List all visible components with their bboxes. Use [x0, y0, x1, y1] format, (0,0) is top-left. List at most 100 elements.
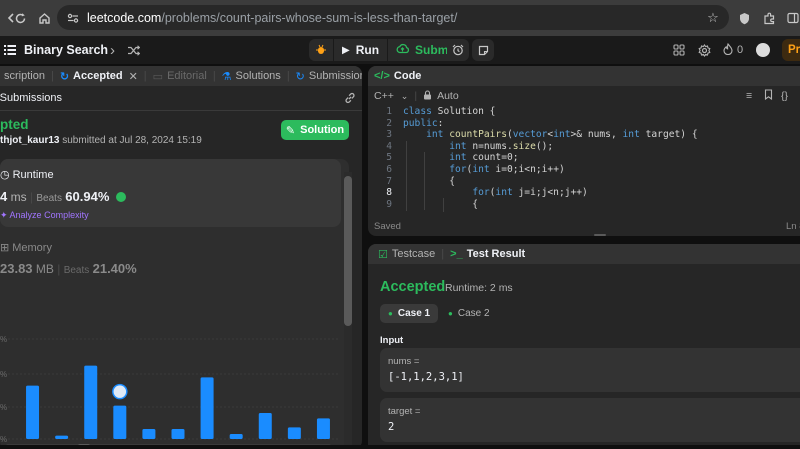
- solution-button[interactable]: ✎ Solution: [281, 120, 349, 140]
- runtime-card[interactable]: ◷ Runtime 4 ms | Beats 60.94% ✦ Analyze C…: [0, 159, 341, 227]
- address-bar[interactable]: leetcode.com/problems/count-pairs-whose-…: [57, 5, 729, 30]
- extensions-puzzle-icon[interactable]: [758, 7, 780, 29]
- premium-button[interactable]: Pre: [782, 39, 800, 61]
- y-tick-label: %: [0, 403, 7, 412]
- sparkle-icon: ✦: [0, 210, 10, 220]
- chevron-down-icon: ⌄: [400, 91, 409, 101]
- run-label: Run: [355, 43, 380, 57]
- memory-value: 23.83 MB | Beats 21.40%: [0, 261, 137, 276]
- chart-bar[interactable]: [287, 427, 301, 439]
- tab-testcase[interactable]: ☑ Testcase: [374, 248, 439, 261]
- indent-guide: [443, 198, 444, 212]
- runtime-value: 4 ms | Beats 60.94%: [0, 189, 126, 204]
- alarm-clock-icon[interactable]: [447, 39, 469, 61]
- test-result-panel: ☑ Testcase | >_ Test Result Accepted Run…: [368, 244, 800, 449]
- notes-icon[interactable]: [472, 39, 494, 61]
- input-field-nums[interactable]: nums = [-1,1,2,3,1]: [380, 348, 800, 392]
- tab-testcase-label: Testcase: [391, 248, 436, 260]
- code-line[interactable]: 8 for(int j=i;j<n;j++): [368, 187, 800, 199]
- line-number: 5: [386, 152, 392, 164]
- code-panel: </> Code C++ ⌄ | Auto ≡ {} 1 class Soluti…: [368, 66, 800, 236]
- code-line[interactable]: 3 int countPairs(vector<int>& nums, int …: [368, 129, 800, 141]
- chart-bar[interactable]: [258, 413, 272, 439]
- code-text: class Solution {: [403, 106, 496, 117]
- sidebar-panel-icon[interactable]: [782, 7, 800, 29]
- code-line[interactable]: 7 {: [368, 176, 800, 188]
- author-name[interactable]: thjot_kaur13: [0, 135, 59, 146]
- chart-bar[interactable]: [84, 365, 98, 439]
- stats-card: ◷ Runtime 4 ms | Beats 60.94% ✦ Analyze C…: [0, 159, 349, 449]
- settings-gear-icon[interactable]: [698, 36, 711, 64]
- chart-bar[interactable]: [200, 377, 214, 439]
- chart-bar[interactable]: [55, 435, 69, 439]
- language-select[interactable]: C++ ⌄: [374, 90, 408, 102]
- shuffle-icon[interactable]: [128, 36, 140, 64]
- braces-icon[interactable]: {}: [781, 90, 788, 102]
- code-line[interactable]: 9 {: [368, 199, 800, 211]
- avatar[interactable]: [756, 43, 770, 57]
- pass-dot-icon: ●: [448, 309, 453, 318]
- streak-counter[interactable]: 0: [723, 36, 743, 64]
- code-line[interactable]: 6 for(int i=0;i<n;i++): [368, 164, 800, 176]
- code-line[interactable]: 2 public:: [368, 118, 800, 130]
- input-field-target[interactable]: target = 2: [380, 398, 800, 442]
- play-icon: ▶: [342, 44, 350, 56]
- chart-bar[interactable]: [113, 405, 127, 439]
- layout-grid-icon[interactable]: [673, 36, 685, 64]
- taskbar-edge: [0, 445, 800, 449]
- chart-bar[interactable]: [171, 429, 185, 439]
- format-icon[interactable]: ≡: [746, 90, 752, 102]
- url-text: leetcode.com/problems/count-pairs-whose-…: [87, 11, 457, 25]
- case-2-label: Case 2: [457, 308, 490, 319]
- code-tab-label[interactable]: Code: [394, 70, 422, 82]
- debug-icon[interactable]: [309, 39, 334, 61]
- result-status: Accepted: [380, 279, 446, 295]
- leetcode-toolbar: Binary Search ‹ › ▶ Run Submit 0 Pr: [0, 36, 800, 64]
- line-number: 2: [386, 117, 392, 129]
- code-line[interactable]: 1 class Solution {: [368, 106, 800, 118]
- next-problem-icon[interactable]: ›: [110, 36, 115, 64]
- scrollbar-thumb[interactable]: [344, 176, 352, 326]
- code-text: for(int j=i;j<n;j++): [472, 187, 588, 199]
- cloud-upload-icon: [396, 43, 410, 57]
- cursor-position: Ln 8: [786, 221, 800, 232]
- param-name-target: target =: [388, 406, 421, 417]
- analyze-complexity-link[interactable]: ✦ Analyze Complexity: [0, 210, 89, 221]
- reload-icon[interactable]: [9, 7, 31, 29]
- param-name-nums: nums =: [388, 356, 420, 367]
- auto-mode-label[interactable]: Auto: [437, 90, 459, 102]
- code-line[interactable]: 5 int count=0;: [368, 152, 800, 164]
- chart-bar[interactable]: [26, 385, 40, 439]
- run-button[interactable]: ▶ Run: [334, 39, 389, 61]
- memory-label[interactable]: ⊞ Memory: [0, 241, 52, 254]
- submitted-by: thjot_kaur13 submitted at Jul 28, 2024 1…: [0, 135, 202, 146]
- bookmark-icon[interactable]: [764, 89, 773, 103]
- y-tick-label: %: [0, 435, 7, 444]
- memory-unit: MB: [35, 262, 54, 276]
- chart-bar[interactable]: [142, 429, 156, 439]
- code-text: int countPairs(vector<int>& nums, int ta…: [426, 129, 698, 141]
- edit-icon: ✎: [285, 124, 296, 137]
- case-2-button[interactable]: ● Case 2: [440, 304, 498, 323]
- result-tab-bar: ☑ Testcase | >_ Test Result: [368, 244, 800, 264]
- solution-label: Solution: [300, 124, 345, 136]
- code-editor[interactable]: 1 class Solution {2 public: 3 int countPair…: [368, 106, 800, 214]
- clock-icon: ◷: [0, 169, 10, 181]
- bookmark-star-icon[interactable]: ☆: [702, 7, 724, 29]
- site-info-icon[interactable]: [65, 10, 81, 26]
- case-1-button[interactable]: ● Case 1: [380, 304, 439, 323]
- home-icon[interactable]: [33, 7, 55, 29]
- resize-handle[interactable]: [594, 234, 606, 236]
- runtime-label: ◷ Runtime: [0, 169, 54, 181]
- extension-shield-icon[interactable]: [733, 7, 755, 29]
- url-path: /problems/count-pairs-whose-sum-is-less-…: [161, 10, 458, 25]
- prev-problem-icon[interactable]: ‹: [88, 36, 93, 64]
- memory-beats-pct: 21.40%: [92, 261, 137, 276]
- chart-bar[interactable]: [229, 434, 243, 439]
- browser-toolbar: leetcode.com/problems/count-pairs-whose-…: [0, 0, 800, 36]
- code-line[interactable]: 4 int n=nums.size();: [368, 141, 800, 153]
- chart-bar[interactable]: [316, 418, 330, 439]
- user-avatar-marker: [112, 383, 128, 400]
- tab-test-result[interactable]: >_ Test Result: [446, 248, 529, 260]
- line-number: 9: [386, 198, 392, 210]
